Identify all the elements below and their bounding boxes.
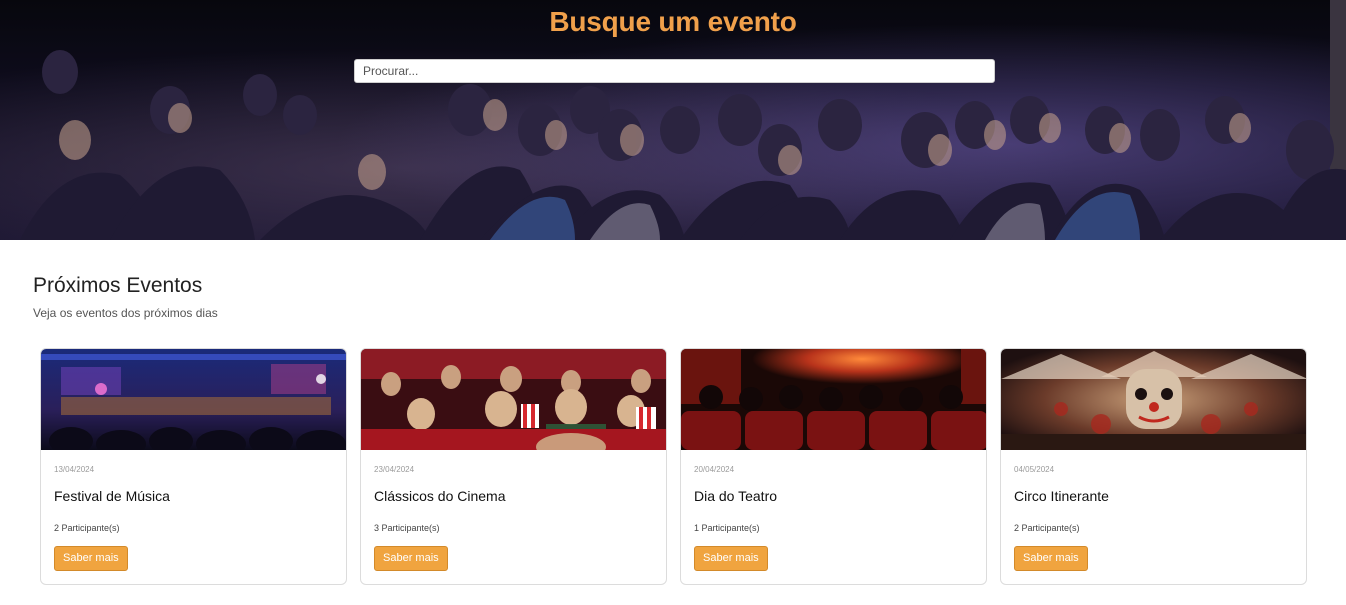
section-subtitle: Veja os eventos dos próximos dias: [33, 306, 218, 320]
concert-stage-photo: [41, 349, 346, 450]
event-participants: 2 Participante(s): [54, 523, 120, 533]
event-card: 13/04/2024 Festival de Música 2 Particip…: [40, 348, 347, 585]
event-participants: 2 Participante(s): [1014, 523, 1080, 533]
event-date: 13/04/2024: [54, 465, 95, 474]
event-date: 20/04/2024: [694, 465, 735, 474]
section-title: Próximos Eventos: [33, 274, 203, 297]
circus-tent-clown-photo: [1001, 349, 1306, 450]
saber-mais-button[interactable]: Saber mais: [1014, 546, 1088, 571]
event-date: 23/04/2024: [374, 465, 415, 474]
search-input[interactable]: [354, 59, 995, 83]
event-title: Festival de Música: [54, 488, 170, 504]
event-card: 04/05/2024 Circo Itinerante 2 Participan…: [1000, 348, 1307, 585]
saber-mais-button[interactable]: Saber mais: [54, 546, 128, 571]
event-participants: 3 Participante(s): [374, 523, 440, 533]
theater-stage-red-seats-photo: [681, 349, 986, 450]
event-card: 20/04/2024 Dia do Teatro 1 Participante(…: [680, 348, 987, 585]
event-card: 23/04/2024 Clássicos do Cinema 3 Partici…: [360, 348, 667, 585]
event-title: Circo Itinerante: [1014, 488, 1109, 504]
saber-mais-button[interactable]: Saber mais: [694, 546, 768, 571]
event-card-list: 13/04/2024 Festival de Música 2 Particip…: [40, 348, 1307, 585]
event-title: Dia do Teatro: [694, 488, 778, 504]
cinema-audience-popcorn-photo: [361, 349, 666, 450]
saber-mais-button[interactable]: Saber mais: [374, 546, 448, 571]
event-date: 04/05/2024: [1014, 465, 1055, 474]
hero-banner: Busque um evento: [0, 0, 1346, 240]
hero-title: Busque um evento: [549, 6, 797, 37]
event-participants: 1 Participante(s): [694, 523, 760, 533]
event-title: Clássicos do Cinema: [374, 488, 506, 504]
